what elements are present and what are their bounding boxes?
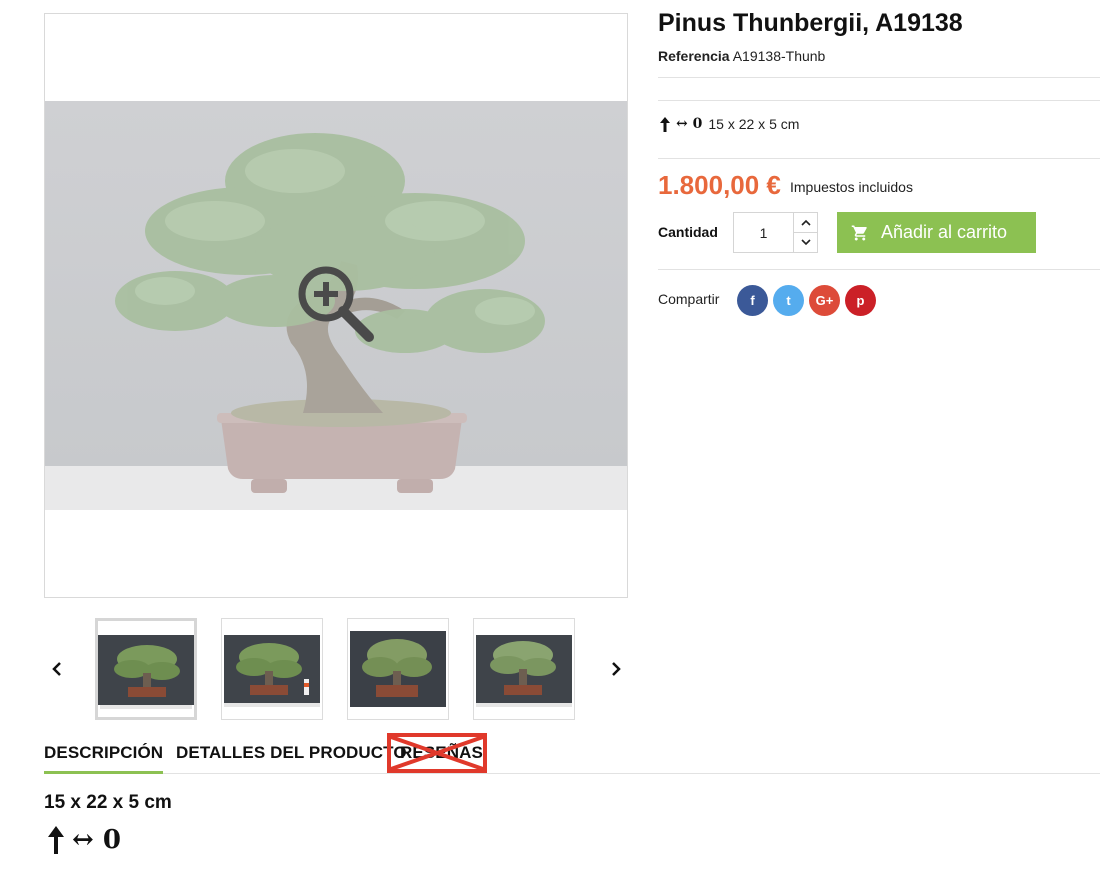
arrow-up-icon: [660, 116, 670, 132]
quantity-input[interactable]: [733, 212, 794, 253]
facebook-icon: f: [750, 293, 755, 308]
chevron-right-icon[interactable]: [606, 658, 626, 680]
pinterest-icon: p: [856, 293, 865, 308]
product-title: Pinus Thunbergii, A19138: [658, 9, 963, 37]
thumbnail-carousel: [44, 618, 628, 720]
description-symbols: ↔ 0: [46, 825, 121, 855]
thumbnail-2[interactable]: [221, 618, 323, 720]
thumbnail-4[interactable]: [473, 618, 575, 720]
divider: [658, 158, 1100, 159]
tab-detalles-del-producto[interactable]: DETALLES DEL PRODUCTO: [176, 743, 407, 774]
cart-icon: [851, 225, 867, 240]
product-reference: Referencia A19138-Thunb: [658, 48, 825, 64]
twitter-share-button[interactable]: t: [773, 285, 804, 316]
arrow-up-icon: [48, 826, 64, 854]
twitter-icon: t: [786, 293, 791, 308]
thumbnail-3[interactable]: [347, 618, 449, 720]
add-to-cart-label: Añadir al carrito: [881, 222, 1008, 242]
divider: [658, 269, 1100, 270]
chevron-up-icon[interactable]: [793, 212, 818, 233]
main-product-image[interactable]: [44, 13, 628, 598]
tab-resenas[interactable]: RESEÑAS: [400, 743, 483, 774]
reference-label: Referencia: [658, 48, 730, 64]
chevron-left-icon[interactable]: [47, 658, 67, 680]
share-label: Compartir: [658, 291, 720, 307]
zoom-in-icon[interactable]: [296, 264, 376, 344]
reference-value: A19138-Thunb: [732, 48, 826, 64]
divider: [658, 77, 1100, 78]
googleplus-icon: G+: [815, 293, 834, 308]
dimension-symbol-text: ↔ 0: [676, 116, 703, 132]
quantity-label: Cantidad: [658, 224, 718, 240]
facebook-share-button[interactable]: f: [737, 285, 768, 316]
tab-descripcion[interactable]: DESCRIPCIÓN: [44, 743, 164, 774]
tax-note: Impuestos incluidos: [790, 179, 913, 195]
description-symbol-text: ↔ 0: [72, 825, 121, 855]
dimensions-text: 15 x 22 x 5 cm: [708, 116, 800, 132]
googleplus-share-button[interactable]: G+: [809, 285, 840, 316]
product-price: 1.800,00 €: [658, 170, 781, 200]
pinterest-share-button[interactable]: p: [845, 285, 876, 316]
thumbnail-1[interactable]: [95, 618, 197, 720]
chevron-down-icon[interactable]: [793, 232, 818, 253]
product-tabs: DESCRIPCIÓN DETALLES DEL PRODUCTO RESEÑA…: [44, 733, 1100, 774]
description-dimensions: 15 x 22 x 5 cm: [44, 792, 172, 813]
divider: [658, 100, 1100, 101]
dimensions-line: ↔ 0 15 x 22 x 5 cm: [660, 116, 799, 132]
add-to-cart-button[interactable]: Añadir al carrito: [837, 212, 1036, 253]
